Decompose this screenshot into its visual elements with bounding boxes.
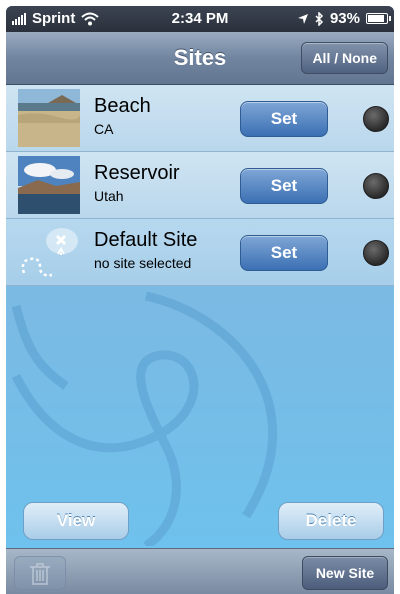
site-location: CA [94, 121, 114, 137]
view-button[interactable]: View [23, 502, 129, 540]
trash-button[interactable] [14, 556, 66, 590]
site-name: Default Site [94, 229, 198, 251]
battery-percent: 93% [329, 10, 360, 27]
site-location: Utah [94, 188, 124, 204]
status-bar: Sprint 2:34 PM 93% [6, 6, 394, 32]
beach-thumbnail [18, 89, 80, 147]
battery-icon [366, 13, 391, 24]
treasure-map-icon [21, 228, 78, 277]
all-none-button[interactable]: All / None [301, 42, 388, 74]
site-row[interactable]: Beach CA Set [6, 85, 394, 152]
reservoir-thumbnail [18, 156, 80, 214]
battery-fill [368, 15, 384, 22]
site-name: Beach [94, 95, 151, 117]
set-button[interactable]: Set [240, 168, 328, 204]
set-button[interactable]: Set [240, 235, 328, 271]
site-row[interactable]: Default Site no site selected Set [6, 219, 394, 286]
site-row[interactable]: Reservoir Utah Set [6, 152, 394, 219]
status-dot-icon[interactable] [363, 106, 389, 132]
set-button[interactable]: Set [240, 101, 328, 137]
trash-icon [30, 563, 50, 585]
new-site-button[interactable]: New Site [302, 556, 388, 590]
app-screen: Sprint 2:34 PM 93% Sites All / None Beac… [6, 6, 394, 594]
site-location: no site selected [94, 255, 192, 271]
status-dot-icon[interactable] [363, 173, 389, 199]
site-list: Beach CA Set Reservoir Utah Set Default … [6, 85, 394, 286]
site-name: Reservoir [94, 162, 180, 184]
navigation-bar: Sites All / None [6, 32, 394, 85]
delete-button[interactable]: Delete [278, 502, 384, 540]
bottom-toolbar: New Site [6, 548, 394, 594]
status-dot-icon[interactable] [363, 240, 389, 266]
bluetooth-icon [315, 11, 324, 26]
location-arrow-icon [297, 13, 308, 24]
